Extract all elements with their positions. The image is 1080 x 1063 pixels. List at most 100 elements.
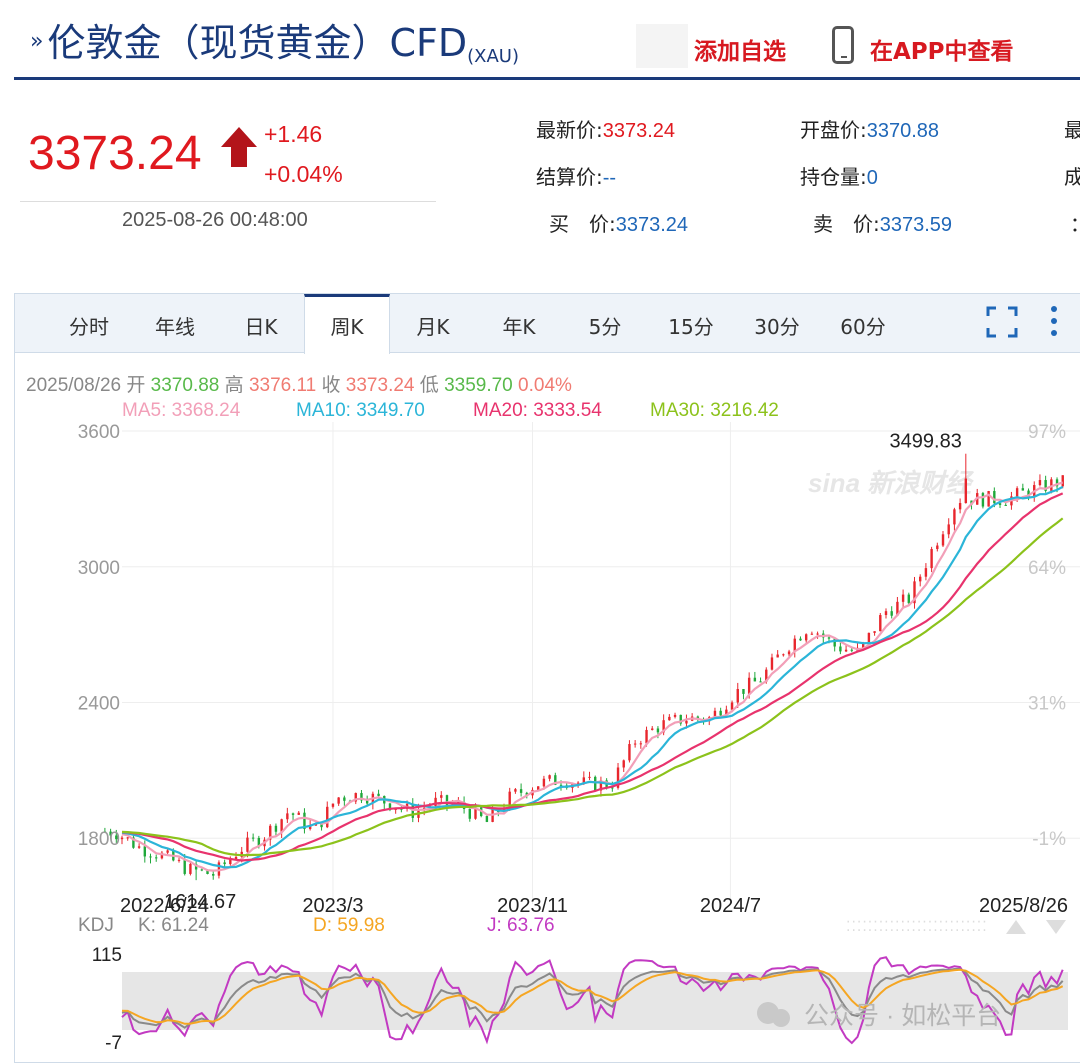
candle-body (981, 493, 985, 507)
kdj-label: KDJ (78, 915, 114, 936)
candle-body (212, 874, 215, 876)
candle-body (440, 795, 443, 798)
ma-line-30 (121, 517, 1064, 857)
candle-body (719, 710, 722, 716)
candle-body (274, 825, 278, 832)
kdj-d-value: D: 59.98 (313, 915, 385, 936)
candle-body (514, 789, 517, 792)
candle-body (468, 808, 471, 819)
candle-body (890, 611, 893, 616)
candle-body (753, 677, 757, 682)
candle-body (326, 806, 329, 828)
ma-line-5 (121, 481, 1064, 872)
kdj-j-value: J: 63.76 (487, 915, 555, 936)
y-tick-label: 3600 (78, 422, 120, 443)
kdj-k-value: K: 61.24 (138, 915, 209, 936)
wechat-icon (772, 1009, 790, 1027)
candle-body (736, 689, 739, 703)
candle-body (810, 633, 814, 635)
candle-body (953, 509, 956, 525)
candle-body (633, 743, 637, 745)
candle-body (155, 857, 158, 859)
candle-body (827, 637, 831, 639)
candle-body (622, 760, 625, 768)
candle-body (941, 534, 945, 546)
candle-body (343, 797, 346, 801)
candle-body (639, 743, 643, 745)
candle-body (839, 646, 842, 652)
candle-body (1021, 488, 1025, 491)
kdj-scroll-dots: ⁚⁚⁚⁚⁚⁚⁚⁚⁚⁚⁚⁚⁚⁚⁚⁚⁚⁚⁚⁚⁚⁚⁚⁚⁚⁚ (846, 918, 988, 934)
x-tick-label: 2023/3 (302, 895, 363, 917)
candle-body (782, 654, 785, 656)
candle-body (291, 813, 295, 815)
candle-body (200, 869, 204, 871)
kdj-ymax-label: 115 (92, 945, 122, 966)
candle-body (246, 837, 249, 852)
candle-body (1004, 504, 1007, 506)
candle-body (548, 775, 551, 779)
candle-body (907, 594, 911, 604)
candle-body (799, 638, 802, 641)
candle-body (964, 478, 968, 504)
candle-body (844, 649, 848, 652)
ma-line-20 (121, 492, 1064, 862)
y-tick-label: 2400 (78, 694, 120, 715)
candle-body (1015, 488, 1019, 497)
candle-body (958, 503, 962, 510)
candle-body (177, 859, 181, 861)
candle-body (377, 793, 380, 796)
candle-body (137, 846, 141, 848)
candle-body (987, 491, 990, 507)
candle-body (297, 812, 300, 815)
pct-tick-label: 97% (1028, 422, 1066, 443)
candle-body (149, 856, 152, 858)
scroll-down-icon (1046, 920, 1066, 934)
candle-body (183, 859, 186, 874)
scroll-up-icon (1006, 920, 1026, 934)
high-annotation: 3499.83 (890, 431, 962, 453)
low-annotation: 1614.67 (164, 891, 236, 913)
candle-body (645, 729, 648, 744)
pct-tick-label: 31% (1028, 694, 1066, 715)
candle-body (542, 778, 546, 787)
candle-body (759, 681, 762, 683)
candle-body (673, 714, 677, 717)
pct-tick-label: -1% (1032, 829, 1066, 850)
candle-body (656, 728, 660, 733)
candle-body (947, 524, 950, 535)
candle-body (588, 776, 591, 778)
candle-body (747, 677, 751, 694)
candle-body (936, 545, 939, 550)
candle-body (816, 633, 819, 635)
kdj-ymin-label: -7 (105, 1033, 122, 1054)
candle-body (251, 837, 255, 839)
candle-body (559, 784, 563, 786)
candle-body (337, 797, 340, 804)
pct-tick-label: 64% (1028, 558, 1066, 579)
candle-body (485, 816, 489, 822)
candle-body (930, 549, 933, 569)
wechat-watermark: 公众号 · 如松平台 (804, 1002, 1001, 1030)
candle-body (770, 657, 774, 670)
candle-body (331, 803, 335, 807)
candle-body (879, 615, 882, 632)
candle-body (993, 491, 996, 504)
candle-body (804, 634, 808, 641)
candle-body (582, 777, 586, 783)
candle-body (850, 649, 853, 651)
candle-body (919, 576, 922, 582)
candle-body (776, 654, 779, 658)
candle-body (924, 568, 928, 577)
candle-body (189, 863, 192, 874)
candle-body (901, 594, 905, 602)
ma-line-10 (121, 485, 1064, 869)
candle-body (1038, 480, 1042, 486)
candle-body (628, 744, 631, 761)
candle-body (126, 837, 129, 839)
x-tick-label: 2024/7 (700, 895, 761, 917)
y-tick-label: 1800 (78, 829, 120, 850)
candle-body (166, 850, 169, 853)
candle-body (651, 728, 654, 730)
candle-body (223, 862, 226, 865)
